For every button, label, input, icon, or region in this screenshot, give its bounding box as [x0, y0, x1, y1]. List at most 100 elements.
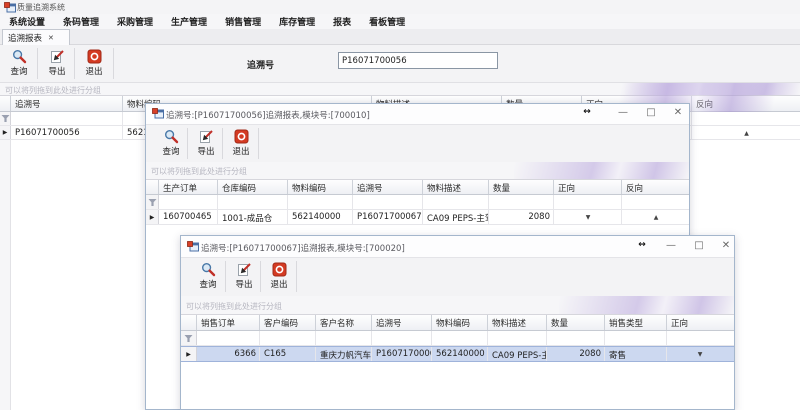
filter-cell[interactable]: [605, 331, 667, 345]
minimize-button[interactable]: —: [660, 240, 682, 251]
cell-qty[interactable]: 2080: [489, 210, 554, 224]
column-header-material-code[interactable]: 物料编码: [288, 180, 353, 194]
dropdown-up-icon[interactable]: ▲: [654, 214, 659, 221]
menu-item-dashboard[interactable]: 看板管理: [360, 14, 414, 29]
cell-customer-name[interactable]: 重庆力帆汽车...: [316, 347, 372, 361]
filter-cell[interactable]: [488, 331, 547, 345]
cell-sales-type[interactable]: 寄售: [605, 347, 667, 361]
column-header-qty[interactable]: 数量: [489, 180, 554, 194]
popup2-data-row-selected[interactable]: ▶ 6366 C165 重庆力帆汽车... P16071700067 56214…: [181, 346, 734, 362]
export-button[interactable]: 导出: [40, 47, 74, 81]
popup1-group-panel[interactable]: 可以将列拖到此处进行分组: [146, 162, 689, 179]
dock-pin-icon[interactable]: ↔: [631, 240, 653, 250]
column-header-sales-order[interactable]: 销售订单: [197, 315, 260, 330]
minimize-button[interactable]: —: [612, 107, 634, 118]
column-header-reverse[interactable]: 反向: [622, 180, 689, 194]
popup2-group-panel[interactable]: 可以将列拖到此处进行分组: [181, 296, 734, 314]
filter-cell[interactable]: [260, 331, 316, 345]
filter-cell[interactable]: [218, 195, 288, 209]
column-header-trace-no[interactable]: 追溯号: [11, 96, 123, 111]
filter-cell[interactable]: [372, 331, 432, 345]
cell-production-order[interactable]: 160700465: [159, 210, 218, 224]
menu-item-report[interactable]: 报表: [324, 14, 360, 29]
main-grid-group-panel[interactable]: 可以将列拖到此处进行分组: [0, 83, 800, 95]
exit-button[interactable]: 退出: [224, 127, 258, 161]
menu-item-barcode[interactable]: 条码管理: [54, 14, 108, 29]
menu-item-inventory[interactable]: 库存管理: [270, 14, 324, 29]
cell-material-code[interactable]: 562140000: [288, 210, 353, 224]
dropdown-down-icon[interactable]: ▼: [586, 214, 591, 221]
row-indicator: ▶: [146, 210, 159, 224]
popup1-data-row[interactable]: ▶ 160700465 1001-成品仓 562140000 P16071700…: [146, 210, 689, 225]
menu-item-system-settings[interactable]: 系统设置: [0, 14, 54, 29]
export-button[interactable]: 导出: [227, 260, 261, 294]
column-header-trace-no[interactable]: 追溯号: [372, 315, 432, 330]
cell-reverse-dropdown[interactable]: ▲: [622, 210, 689, 224]
column-header-trace-no[interactable]: 追溯号: [353, 180, 423, 194]
column-header-material-desc[interactable]: 物料描述: [423, 180, 489, 194]
filter-cell[interactable]: [316, 331, 372, 345]
column-header-customer-code[interactable]: 客户编码: [260, 315, 316, 330]
query-button[interactable]: 查询: [191, 260, 225, 294]
query-button[interactable]: 查询: [2, 47, 36, 81]
column-header-production-order[interactable]: 生产订单: [159, 180, 218, 194]
column-header-sales-type[interactable]: 销售类型: [605, 315, 667, 330]
cell-trace-no[interactable]: P16071700067: [372, 347, 432, 361]
filter-cell[interactable]: [547, 331, 605, 345]
close-button[interactable]: ✕: [715, 240, 737, 251]
column-header-warehouse-code[interactable]: 仓库编码: [218, 180, 288, 194]
popup2-titlebar[interactable]: 追溯号:[P16071700067]追溯报表,模块号:[700020] ↔ — …: [181, 236, 734, 258]
dropdown-up-icon[interactable]: ▲: [744, 130, 749, 137]
menu-item-purchase[interactable]: 采购管理: [108, 14, 162, 29]
maximize-button[interactable]: □: [640, 107, 662, 118]
cell-trace-no[interactable]: P16071700056: [11, 126, 123, 139]
column-header-material-code[interactable]: 物料编码: [432, 315, 488, 330]
filter-cell[interactable]: [197, 331, 260, 345]
filter-cell[interactable]: [489, 195, 554, 209]
cell-warehouse-code[interactable]: 1001-成品仓: [218, 210, 288, 224]
column-header-forward[interactable]: 正向: [554, 180, 622, 194]
filter-cell[interactable]: [423, 195, 489, 209]
popup1-title: 追溯号:[P16071700056]追溯报表,模块号:[700010]: [166, 109, 370, 121]
exit-button[interactable]: 退出: [77, 47, 111, 81]
exit-button[interactable]: 退出: [262, 260, 296, 294]
filter-cell[interactable]: [622, 195, 689, 209]
dock-pin-icon[interactable]: ↔: [576, 107, 598, 117]
filter-cell[interactable]: [667, 331, 732, 345]
tab-close-icon[interactable]: ✕: [48, 34, 54, 42]
column-header-forward[interactable]: 正向: [667, 315, 732, 330]
cell-material-desc[interactable]: CA09 PEPS-主...: [488, 347, 547, 361]
query-button[interactable]: 查询: [154, 127, 188, 161]
cell-material-code[interactable]: 562140000: [432, 347, 488, 361]
filter-cell[interactable]: [692, 112, 800, 125]
filter-cell[interactable]: [288, 195, 353, 209]
column-header-reverse[interactable]: 反向: [692, 96, 800, 111]
filter-cell[interactable]: [353, 195, 423, 209]
column-header-material-desc[interactable]: 物料描述: [488, 315, 547, 330]
menu-item-sales[interactable]: 销售管理: [216, 14, 270, 29]
menu-item-production[interactable]: 生产管理: [162, 14, 216, 29]
filter-cell[interactable]: [11, 112, 123, 125]
popup1-filter-row[interactable]: [146, 195, 689, 210]
dropdown-down-icon[interactable]: ▼: [698, 351, 703, 358]
cell-forward-dropdown[interactable]: ▼: [667, 347, 732, 361]
maximize-button[interactable]: □: [688, 240, 710, 251]
cell-material-desc[interactable]: CA09 PEPS-主驾...: [423, 210, 489, 224]
cell-qty[interactable]: 2080: [547, 347, 605, 361]
tab-trace-report[interactable]: 追溯报表 ✕: [2, 29, 70, 45]
filter-cell[interactable]: [432, 331, 488, 345]
column-header-qty[interactable]: 数量: [547, 315, 605, 330]
cell-sales-order[interactable]: 6366: [197, 347, 260, 361]
close-button[interactable]: ✕: [667, 107, 689, 118]
export-button[interactable]: 导出: [189, 127, 223, 161]
column-header-customer-name[interactable]: 客户名称: [316, 315, 372, 330]
popup2-filter-row[interactable]: [181, 331, 734, 346]
cell-reverse-dropdown[interactable]: ▲: [692, 126, 800, 139]
popup1-titlebar[interactable]: 追溯号:[P16071700056]追溯报表,模块号:[700010] ↔ — …: [146, 104, 689, 125]
cell-trace-no[interactable]: P16071700067: [353, 210, 423, 224]
trace-no-input[interactable]: [338, 52, 498, 69]
cell-forward-dropdown[interactable]: ▼: [554, 210, 622, 224]
cell-customer-code[interactable]: C165: [260, 347, 316, 361]
filter-cell[interactable]: [159, 195, 218, 209]
filter-cell[interactable]: [554, 195, 622, 209]
